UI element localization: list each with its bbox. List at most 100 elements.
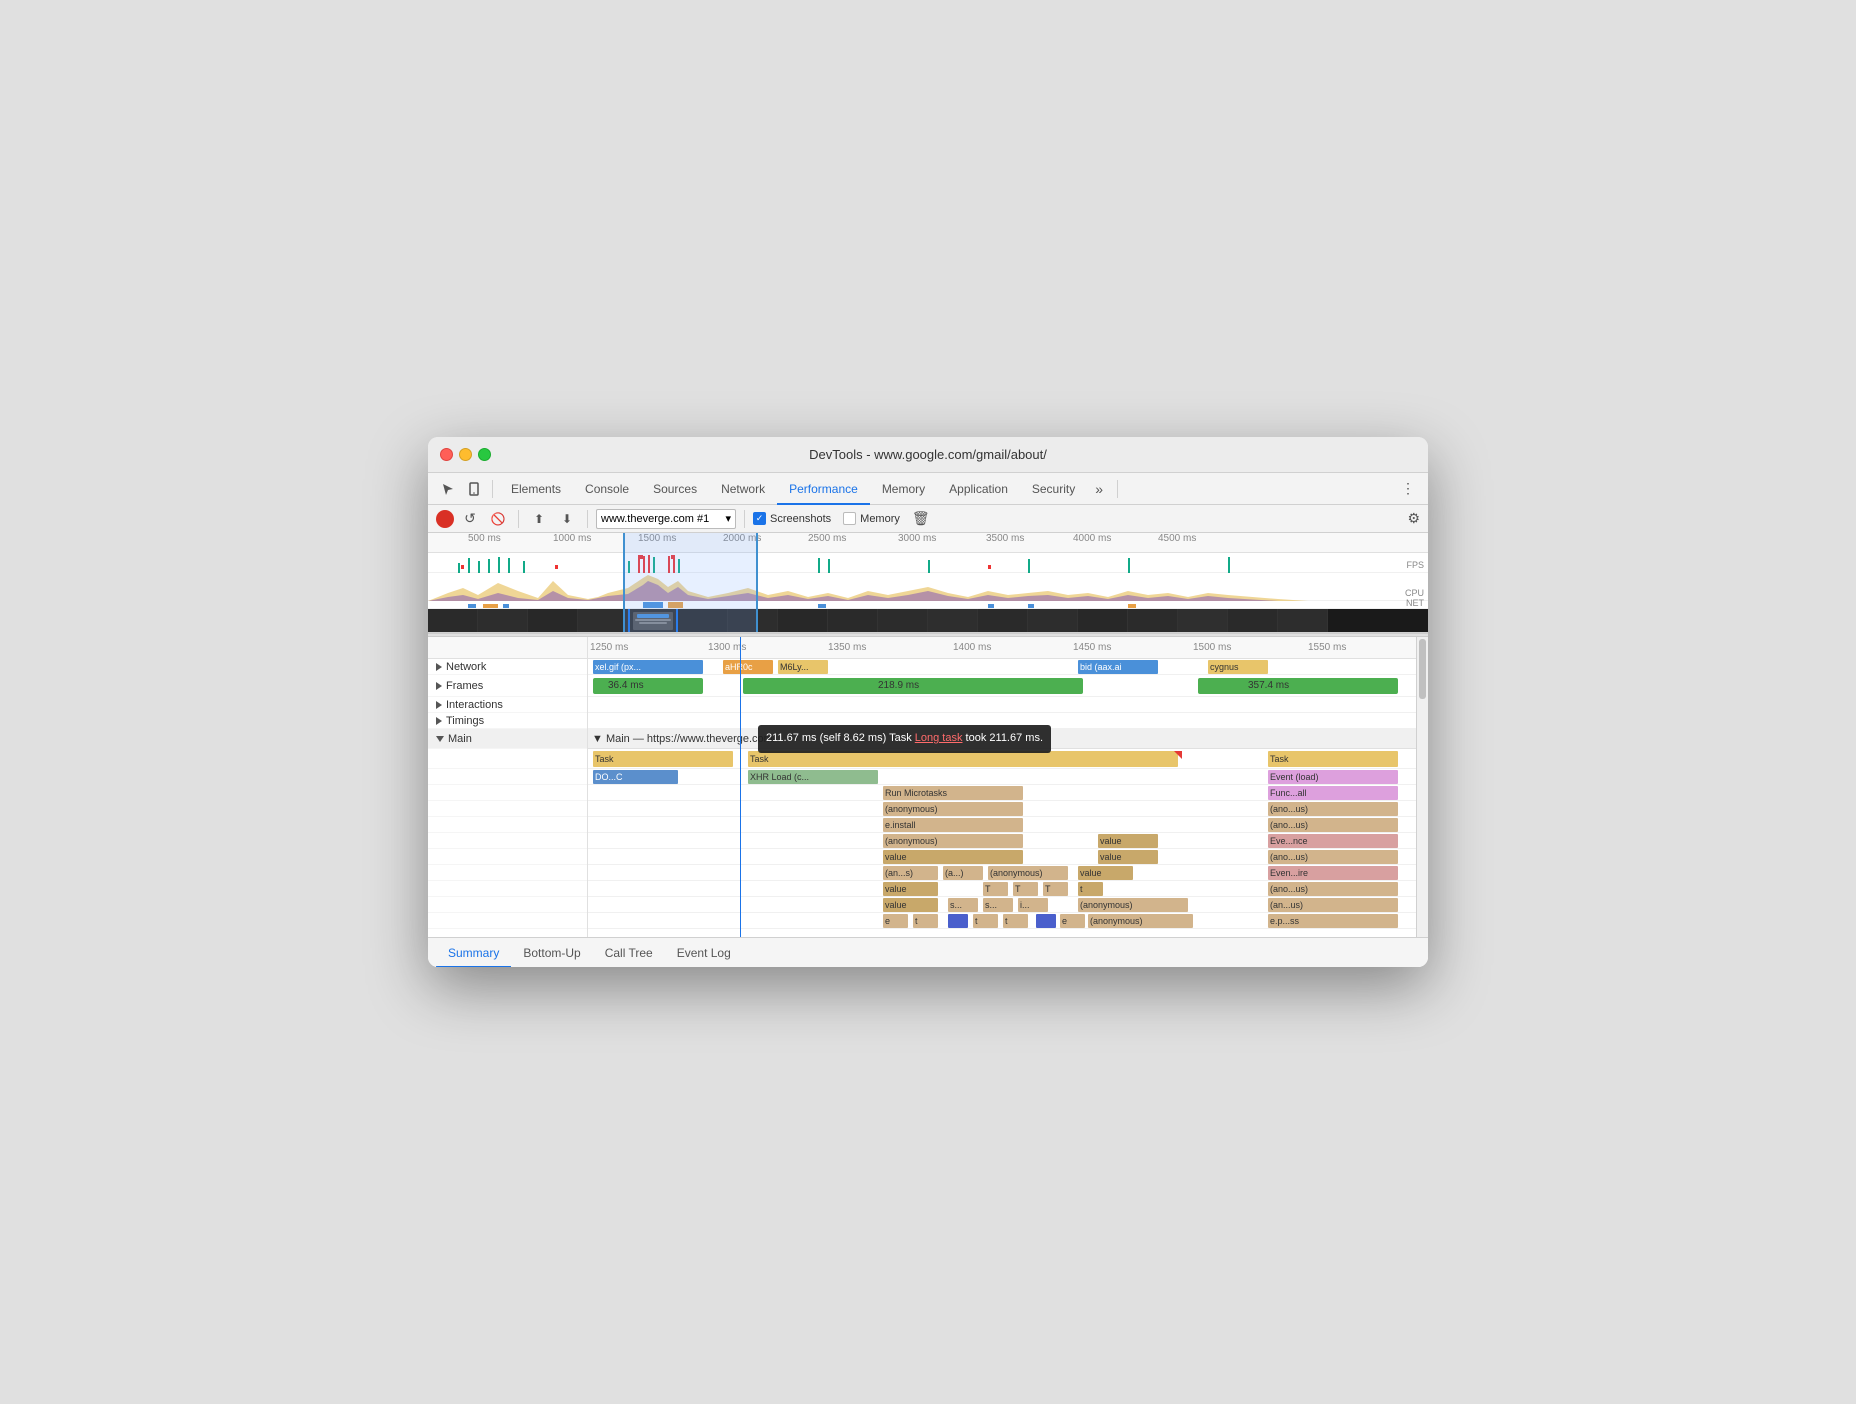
tab-network[interactable]: Network (709, 473, 777, 505)
e1-block[interactable]: e (883, 914, 908, 928)
t5-block[interactable]: t (913, 914, 938, 928)
purple-block1[interactable] (948, 914, 968, 928)
url-select[interactable]: www.theverge.com #1 ▾ (596, 509, 736, 529)
tab-elements[interactable]: Elements (499, 473, 573, 505)
devtools-menu-button[interactable]: ⋮ (1396, 477, 1420, 501)
tab-memory[interactable]: Memory (870, 473, 937, 505)
value5-block[interactable]: value (883, 882, 938, 896)
tab-bottom-up[interactable]: Bottom-Up (511, 938, 592, 968)
anonymous-right4-block[interactable]: (ano...us) (1268, 882, 1398, 896)
even-ire-block[interactable]: Even...ire (1268, 866, 1398, 880)
detail-panel: Network Frames Interactions (428, 637, 1428, 937)
tab-console[interactable]: Console (573, 473, 641, 505)
timings-collapse-icon (436, 717, 442, 725)
interactions-row-label[interactable]: Interactions (428, 697, 587, 713)
func-all-block[interactable]: Func...all (1268, 786, 1398, 800)
anonymous5-block[interactable]: (anonymous) (1088, 914, 1193, 928)
long-task-indicator (1174, 751, 1182, 759)
tab-event-log[interactable]: Event Log (665, 938, 743, 968)
t4-block[interactable]: t (1078, 882, 1103, 896)
e-install-block[interactable]: e.install (883, 818, 1023, 832)
a-block[interactable]: (a...) (943, 866, 983, 880)
screenshot-thumb (878, 609, 928, 633)
value1-block[interactable]: value (1098, 834, 1158, 848)
minimize-button[interactable] (459, 448, 472, 461)
eve-nce-block[interactable]: Eve...nce (1268, 834, 1398, 848)
traffic-lights (440, 448, 491, 461)
network-item-m6ly[interactable]: M6Ly... (778, 660, 828, 674)
clear-button[interactable]: 🚫 (486, 507, 510, 531)
anonymous1-block[interactable]: (anonymous) (883, 802, 1023, 816)
task-block-task2[interactable]: Task (748, 751, 1178, 767)
event-load-block[interactable]: Event (load) (1268, 770, 1398, 784)
network-item-cygnus[interactable]: cygnus (1208, 660, 1268, 674)
anonymous2-block[interactable]: (anonymous) (883, 834, 1023, 848)
flame-chart-area[interactable]: 1250 ms 1300 ms 1350 ms 1400 ms 1450 ms … (588, 637, 1416, 937)
i1-block[interactable]: i... (1018, 898, 1048, 912)
xhr-load-block[interactable]: XHR Load (c... (748, 770, 878, 784)
tab-call-tree[interactable]: Call Tree (593, 938, 665, 968)
anonymous4-block[interactable]: (anonymous) (1078, 898, 1188, 912)
record-button[interactable] (436, 510, 454, 528)
network-item-xel[interactable]: xel.gif (px... (593, 660, 703, 674)
s2-block[interactable]: s... (983, 898, 1013, 912)
main-row-label[interactable]: Main (428, 729, 587, 749)
tab-application[interactable]: Application (937, 473, 1020, 505)
value4-block[interactable]: value (1078, 866, 1133, 880)
settings-button[interactable]: ⚙ (1407, 510, 1420, 527)
right-scrollbar[interactable] (1416, 637, 1428, 937)
timings-row-label[interactable]: Timings (428, 713, 587, 729)
memory-checkbox[interactable] (843, 512, 856, 525)
e2-block[interactable]: e (1060, 914, 1085, 928)
tab-sources[interactable]: Sources (641, 473, 709, 505)
an-us-block[interactable]: (an...us) (1268, 898, 1398, 912)
ans-block[interactable]: (an...s) (883, 866, 938, 880)
anonymous-right2-block[interactable]: (ano...us) (1268, 818, 1398, 832)
tab-summary[interactable]: Summary (436, 938, 511, 968)
refresh-button[interactable]: ↺ (458, 507, 482, 531)
t2-block[interactable]: T (1013, 882, 1038, 896)
purple-block2[interactable] (1036, 914, 1056, 928)
t3-block[interactable]: T (1043, 882, 1068, 896)
more-tabs-button[interactable]: » (1087, 473, 1111, 505)
task-block-task1[interactable]: Task (593, 751, 733, 767)
value6-block[interactable]: value (883, 898, 938, 912)
task-level5-row: (anonymous) value Eve...nce (588, 833, 1416, 849)
run-microtasks-block[interactable]: Run Microtasks (883, 786, 1023, 800)
value3-block[interactable]: value (1098, 850, 1158, 864)
t6-block[interactable]: t (973, 914, 998, 928)
anonymous3-block[interactable]: (anonymous) (988, 866, 1068, 880)
clear-recording-button[interactable]: 🗑 (912, 510, 930, 527)
timeline-selection[interactable] (623, 533, 758, 632)
t1-block[interactable]: T (983, 882, 1008, 896)
timeline-overview[interactable]: 500 ms 1000 ms 1500 ms 2000 ms 2500 ms 3… (428, 533, 1428, 633)
frame-value-1: 36.4 ms (608, 680, 644, 691)
network-item-bid[interactable]: bid (aax.ai (1078, 660, 1158, 674)
cursor-icon[interactable] (436, 477, 460, 501)
close-button[interactable] (440, 448, 453, 461)
sub-task-label-row3 (428, 801, 587, 817)
task-block-task3[interactable]: Task (1268, 751, 1398, 767)
task-level9-row: value s... s... i... (anonymous) (an...u… (588, 897, 1416, 913)
download-button[interactable]: ⬇ (555, 507, 579, 531)
t7-block[interactable]: t (1003, 914, 1028, 928)
mobile-icon[interactable] (462, 477, 486, 501)
tab-security[interactable]: Security (1020, 473, 1087, 505)
frames-collapse-icon (436, 682, 442, 690)
network-item-ahr0c[interactable]: aHR0c (723, 660, 773, 674)
network-row-label[interactable]: Network (428, 659, 587, 675)
sub-task-label-row5 (428, 833, 587, 849)
upload-button[interactable]: ⬆ (527, 507, 551, 531)
value2-block[interactable]: value (883, 850, 1023, 864)
maximize-button[interactable] (478, 448, 491, 461)
scrollbar-thumb[interactable] (1419, 639, 1426, 699)
screenshots-checkbox[interactable]: ✓ (753, 512, 766, 525)
anonymous-right1-block[interactable]: (ano...us) (1268, 802, 1398, 816)
frames-row-label[interactable]: Frames (428, 675, 587, 697)
do-c-block[interactable]: DO...C (593, 770, 678, 784)
tab-performance[interactable]: Performance (777, 473, 870, 505)
anonymous-right3-block[interactable]: (ano...us) (1268, 850, 1398, 864)
fps-label: FPS (1406, 560, 1424, 570)
ep-ss-block[interactable]: e.p...ss (1268, 914, 1398, 928)
s1-block[interactable]: s... (948, 898, 978, 912)
